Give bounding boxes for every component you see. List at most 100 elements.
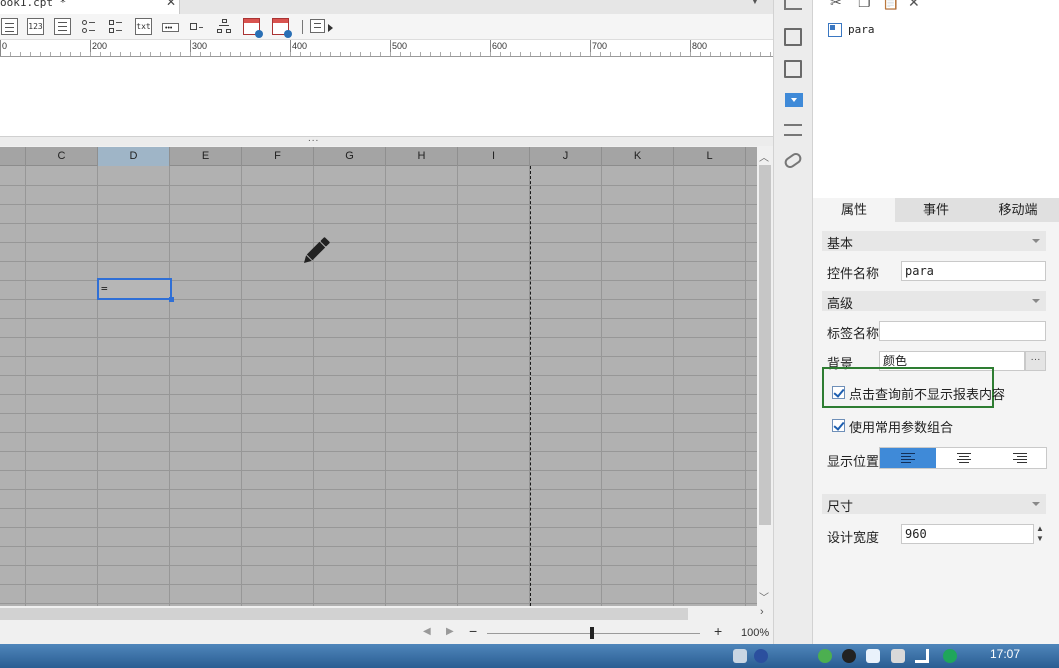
scroll-right-icon[interactable]: › (760, 606, 764, 618)
ruler-tick (690, 52, 691, 56)
tree-combo-icon[interactable] (216, 18, 233, 35)
horizontal-scrollbar[interactable]: › (0, 606, 773, 622)
text-area-icon[interactable] (54, 18, 71, 35)
wechat-icon[interactable] (818, 649, 832, 663)
column-header-k[interactable]: K (602, 147, 674, 166)
design-width-field[interactable]: 960 (901, 524, 1034, 544)
background-picker-button[interactable]: ··· (1025, 351, 1046, 371)
chevron-up-icon[interactable]: ▲ (1036, 524, 1044, 533)
document-tab[interactable]: ook1.cpt * ✕ (0, 0, 180, 14)
column-header-g[interactable]: G (314, 147, 386, 166)
scroll-down-icon[interactable]: ﹀ (759, 589, 769, 604)
horizontal-scroll-thumb[interactable] (0, 608, 688, 620)
text-field-icon[interactable]: txt (135, 18, 152, 35)
widget-library-icon[interactable] (784, 28, 802, 46)
ruler-tick (510, 52, 511, 56)
column-header-l[interactable]: L (674, 147, 746, 166)
widget-settings-icon[interactable] (785, 93, 803, 107)
cut-icon[interactable]: ✂ (830, 0, 842, 11)
grid-column-line (601, 166, 602, 606)
column-header-i[interactable]: I (458, 147, 530, 166)
fill-handle[interactable] (169, 297, 174, 302)
datetime-icon[interactable] (272, 18, 292, 38)
number-field-icon[interactable]: 123 (27, 18, 44, 35)
keyboard-icon[interactable] (733, 649, 747, 663)
previous-page-icon[interactable]: ◀ (423, 626, 431, 637)
horizontal-ruler: 0 200 300 400 500 600 700 800 (0, 40, 773, 57)
design-width-stepper[interactable]: ▲ ▼ (1034, 524, 1046, 544)
grid-row-line (0, 527, 757, 528)
checkbox-checked-icon[interactable] (832, 419, 845, 432)
align-left-button[interactable] (880, 448, 936, 468)
zoom-out-button[interactable]: − (469, 623, 477, 639)
column-header-j[interactable]: J (530, 147, 602, 166)
password-icon[interactable]: ••• (162, 23, 179, 32)
chevron-down-icon[interactable]: ▼ (1036, 534, 1044, 543)
date-icon[interactable] (243, 18, 263, 38)
selected-cell[interactable]: = (97, 278, 174, 302)
hide-before-query-label: 点击查询前不显示报表内容 (849, 387, 1006, 402)
align-right-button[interactable] (992, 448, 1048, 468)
toolbar-separator (302, 20, 303, 34)
grid-row-line (0, 375, 757, 376)
component-icon[interactable] (784, 60, 802, 78)
tab-mobile[interactable]: 移动端 (977, 198, 1059, 222)
design-width-label: 设计宽度 (827, 530, 880, 545)
copy-icon[interactable]: ❐ (858, 0, 871, 11)
panel-splitter[interactable]: ... (0, 133, 773, 146)
column-header-f[interactable]: F (242, 147, 314, 166)
browser-icon[interactable] (866, 649, 880, 663)
ruler-tick (420, 52, 421, 56)
vertical-scroll-thumb[interactable] (759, 165, 771, 525)
align-center-button[interactable] (936, 448, 992, 468)
grid-row-line (0, 204, 757, 205)
zoom-slider-thumb[interactable] (590, 627, 594, 639)
tab-attributes[interactable]: 属性 (813, 198, 895, 222)
flag-icon[interactable] (891, 649, 905, 663)
scroll-up-icon[interactable]: ︿ (759, 149, 769, 164)
column-header-h[interactable]: H (386, 147, 458, 166)
link-icon[interactable] (782, 150, 804, 171)
section-advanced[interactable]: 高级 (822, 291, 1046, 311)
tag-name-field[interactable] (879, 321, 1046, 341)
column-header-d[interactable]: D (98, 147, 170, 166)
document-tab-strip: ook1.cpt * ✕ ▼ (0, 0, 773, 14)
next-page-icon[interactable]: ▶ (446, 626, 454, 637)
ruler-tick (60, 52, 61, 56)
network-icon[interactable] (915, 649, 929, 663)
checkbox-icon[interactable] (189, 18, 206, 35)
checkbox-checked-icon[interactable] (832, 386, 845, 399)
clock[interactable]: 17:07 (990, 647, 1020, 661)
form-list-icon[interactable] (784, 124, 802, 136)
more-arrow-icon[interactable] (328, 24, 333, 32)
section-size[interactable]: 尺寸 (822, 494, 1046, 514)
help-icon[interactable] (754, 649, 768, 663)
widget-name-field[interactable]: para (901, 261, 1046, 281)
report-grid[interactable]: CDEFGHIJKL = (0, 147, 757, 606)
checkbox-group-icon[interactable] (108, 18, 125, 35)
ruler-tick (530, 52, 531, 56)
ruler-tick (140, 52, 141, 56)
calendar-icon[interactable] (1, 18, 18, 35)
ruler-tick (290, 52, 291, 56)
paste-icon[interactable]: 📋 (882, 0, 899, 11)
parameter-panel[interactable] (0, 57, 773, 136)
qq-icon[interactable] (842, 649, 856, 663)
section-basic[interactable]: 基本 (822, 231, 1046, 251)
zoom-in-button[interactable]: + (714, 623, 722, 639)
column-header-partial[interactable] (0, 147, 26, 166)
column-header-c[interactable]: C (26, 147, 98, 166)
align-left-icon (901, 453, 915, 463)
close-tab-icon[interactable]: ✕ (166, 0, 176, 9)
layout-icon[interactable] (784, 0, 802, 10)
radio-group-icon[interactable] (81, 18, 98, 35)
grid-row-line (0, 413, 757, 414)
more-widgets-icon[interactable] (310, 19, 325, 33)
vertical-scrollbar[interactable]: ︿ ﹀ (757, 147, 773, 606)
selected-cell-text: = (101, 282, 108, 295)
column-header-e[interactable]: E (170, 147, 242, 166)
security-icon[interactable] (943, 649, 957, 663)
delete-icon[interactable]: ✕ (908, 0, 920, 11)
tab-list-icon[interactable]: ▼ (750, 0, 760, 7)
tab-events[interactable]: 事件 (895, 198, 977, 222)
